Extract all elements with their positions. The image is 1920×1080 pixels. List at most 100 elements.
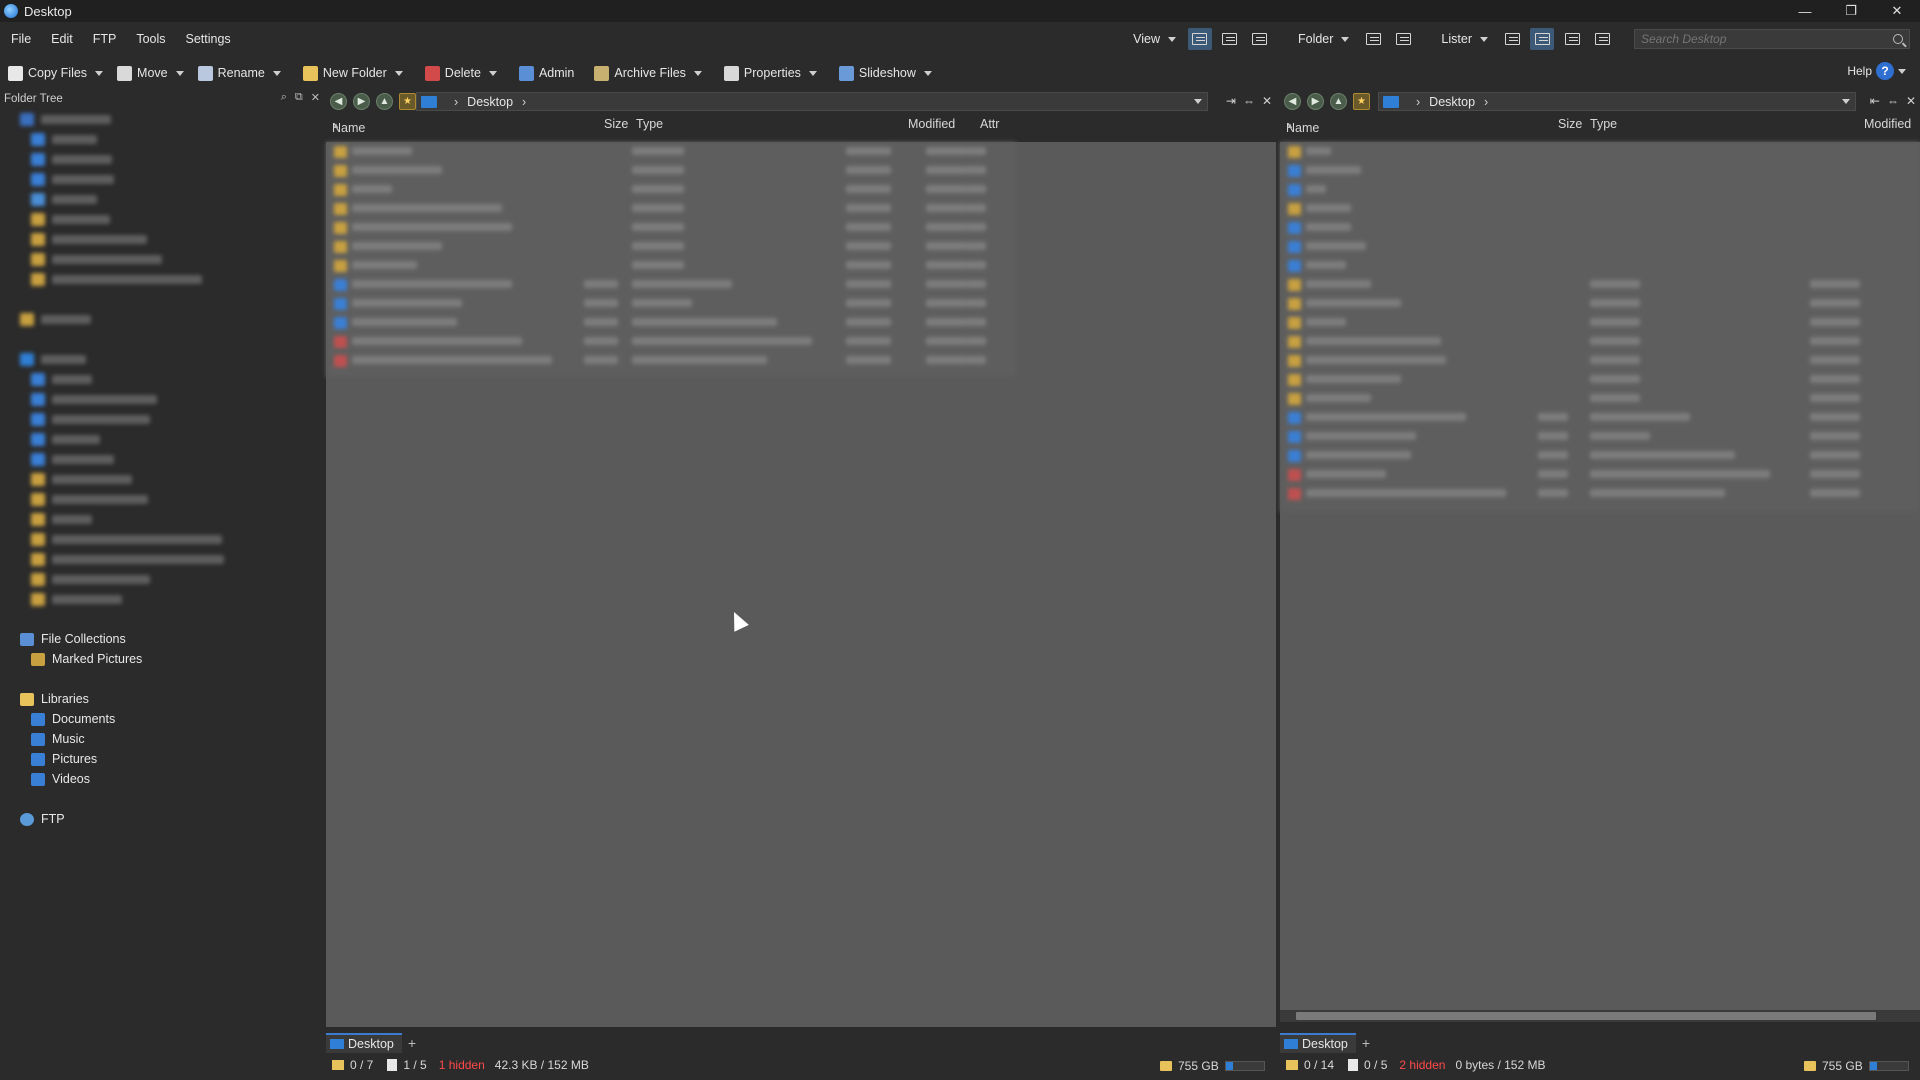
list-item[interactable] [1280,199,1920,218]
list-item[interactable] [326,237,1016,256]
move-button[interactable]: Move [109,61,190,85]
menu-ftp[interactable]: FTP [83,32,127,46]
chevron-down-icon[interactable] [693,70,702,76]
list-item[interactable] [1280,180,1920,199]
horizontal-scrollbar[interactable] [1280,1010,1920,1022]
chevron-down-icon[interactable] [1167,36,1176,42]
list-item[interactable] [1280,446,1920,465]
chevron-down-icon[interactable] [923,70,932,76]
list-item[interactable] [1280,237,1920,256]
pin-icon[interactable]: ⧉ [295,91,303,104]
column-type[interactable]: Type [1590,117,1617,131]
minimize-button[interactable]: — [1782,0,1828,22]
left-file-list[interactable] [326,142,1276,1027]
copy-files-button[interactable]: Copy Files [0,61,109,85]
menu-file[interactable]: File [0,32,41,46]
tree-item-pictures[interactable]: Pictures [0,749,324,769]
list-item[interactable] [326,199,1016,218]
slideshow-button[interactable]: Slideshow [831,61,938,85]
list-item[interactable] [1280,389,1920,408]
breadcrumb-desktop[interactable]: Desktop [467,95,513,109]
column-modified[interactable]: Modified [908,117,955,131]
hidden-count[interactable]: 2 hidden [1399,1058,1445,1072]
list-item[interactable] [1280,370,1920,389]
column-type[interactable]: Type [636,117,663,131]
back-icon[interactable]: ◀ [330,93,347,110]
hidden-count[interactable]: 1 hidden [439,1058,485,1072]
list-item[interactable] [1280,275,1920,294]
chevron-down-icon[interactable] [1341,36,1350,42]
close-button[interactable]: ✕ [1874,0,1920,22]
viewer-layout-icon[interactable] [1590,28,1614,50]
column-size[interactable]: Size [1558,117,1582,131]
close-icon[interactable]: ✕ [1906,94,1916,108]
list-item[interactable] [326,256,1016,275]
add-tab-icon[interactable]: + [408,1035,416,1051]
back-icon[interactable]: ◀ [1284,93,1301,110]
lock-pane-icon[interactable]: ⇥ [1226,94,1236,108]
list-item[interactable] [1280,332,1920,351]
chevron-down-icon[interactable] [1194,99,1202,104]
search-icon[interactable]: ⌕ [281,91,287,104]
list-item[interactable] [326,351,1016,370]
lock-pane-icon[interactable]: ⇤ [1870,94,1880,108]
list-item[interactable] [1280,161,1920,180]
column-modified[interactable]: Modified [1864,117,1911,131]
delete-button[interactable]: Delete [417,61,503,85]
list-item[interactable] [1280,465,1920,484]
view-menu[interactable]: View [1133,32,1160,46]
dual-pane-icon[interactable] [1391,28,1415,50]
list-item[interactable] [1280,408,1920,427]
list-item[interactable] [326,275,1016,294]
tree-item-libraries[interactable]: Libraries [0,689,324,709]
tree-layout-icon[interactable] [1560,28,1584,50]
list-item[interactable] [1280,484,1920,503]
admin-button[interactable]: Admin [511,61,578,85]
chevron-down-icon[interactable] [1842,99,1850,104]
list-item[interactable] [1280,218,1920,237]
favorites-icon[interactable]: ★ [399,93,416,110]
list-item[interactable] [326,294,1016,313]
chevron-down-icon[interactable] [95,70,104,76]
left-breadcrumb[interactable]: › Desktop › [416,92,1208,111]
swap-pane-icon[interactable]: ⇔ [1243,94,1255,108]
chevron-right-icon[interactable]: › [1484,95,1488,109]
search-box[interactable] [1634,29,1910,49]
chevron-down-icon[interactable] [488,70,497,76]
up-icon[interactable]: ▲ [376,93,393,110]
single-layout-icon[interactable] [1500,28,1524,50]
tree-item-ftp[interactable]: FTP [0,809,324,829]
scrollbar-thumb[interactable] [1296,1012,1876,1020]
tree-item-documents[interactable]: Documents [0,709,324,729]
new-folder-button[interactable]: New Folder [295,61,409,85]
power-view-icon[interactable] [1218,28,1242,50]
close-icon[interactable]: ✕ [1262,94,1272,108]
list-item[interactable] [1280,256,1920,275]
restore-button[interactable]: ❐ [1828,0,1874,22]
tree-item-videos[interactable]: Videos [0,769,324,789]
chevron-down-icon[interactable] [808,70,817,76]
chevron-right-icon[interactable]: › [454,95,458,109]
tree-item-marked-pictures[interactable]: Marked Pictures [0,649,324,669]
help-button[interactable]: Help ? [1847,62,1912,80]
menu-settings[interactable]: Settings [176,32,241,46]
add-tab-icon[interactable]: + [1362,1035,1370,1051]
search-input[interactable] [1641,32,1893,46]
details-view-icon[interactable] [1187,28,1212,50]
folder-menu[interactable]: Folder [1298,32,1333,46]
close-icon[interactable]: ✕ [311,91,320,104]
list-item[interactable] [326,332,1016,351]
tab-desktop[interactable]: Desktop [1280,1033,1356,1053]
menu-tools[interactable]: Tools [126,32,175,46]
tree-item-music[interactable]: Music [0,729,324,749]
chevron-down-icon[interactable] [272,70,281,76]
up-icon[interactable]: ▲ [1330,93,1347,110]
properties-button[interactable]: Properties [716,61,823,85]
list-item[interactable] [326,161,1016,180]
archive-files-button[interactable]: Archive Files [586,61,708,85]
dual-vertical-layout-icon[interactable] [1530,28,1554,50]
lister-menu[interactable]: Lister [1441,32,1472,46]
list-item[interactable] [1280,294,1920,313]
column-size[interactable]: Size [604,117,628,131]
tree-item-file-collections[interactable]: File Collections [0,629,324,649]
